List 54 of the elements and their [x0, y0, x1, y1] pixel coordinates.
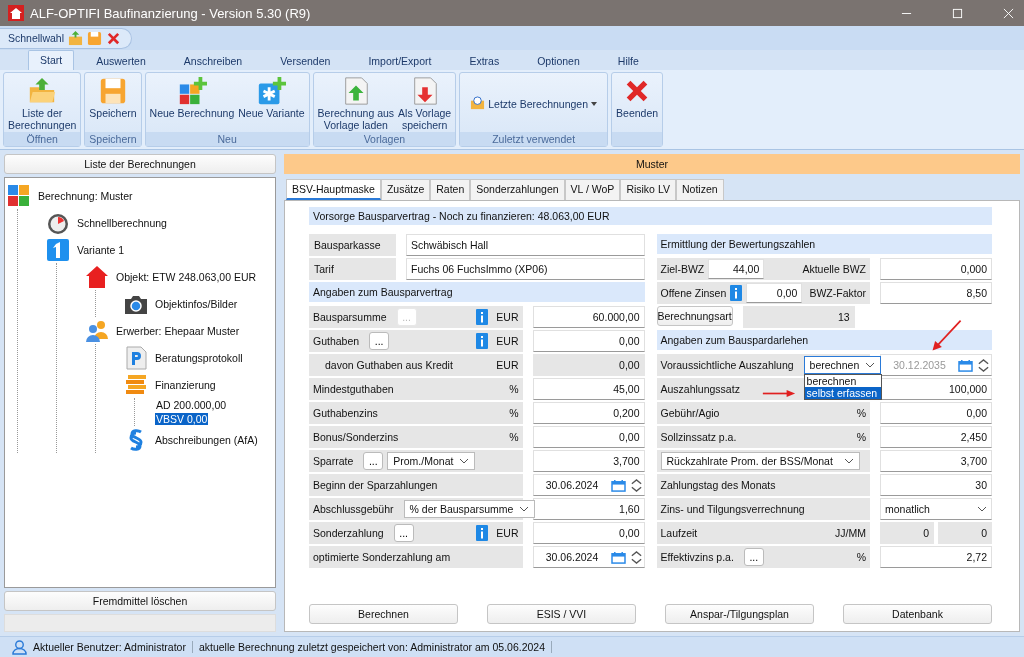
- group-label: Vorlagen: [363, 133, 406, 145]
- group-label: Öffnen: [26, 133, 58, 145]
- field-label: Guthabenzins: [313, 407, 378, 419]
- window-title: ALF-OPTIFI Baufinanzierung - Version 5.30 (R9): [30, 5, 311, 21]
- section-header: Ermittlung der Bewertungszahlen: [656, 234, 992, 254]
- unit-label: EUR: [496, 311, 519, 323]
- group-label: Zuletzt verwendet: [492, 133, 576, 145]
- unit-label: %: [509, 383, 519, 395]
- field-label: Laufzeit: [660, 527, 698, 539]
- readonly-field: 0: [938, 522, 992, 544]
- field-label: optimierte Sonderzahlung am: [313, 551, 451, 563]
- field-label: Mindestguthaben: [313, 383, 394, 395]
- field-label: Aktuelle BWZ: [801, 263, 866, 275]
- field-label: Sparrate: [313, 455, 354, 467]
- field-label: Ziel-BWZ: [660, 263, 705, 275]
- field-label: Bonus/Sonderzins: [313, 431, 399, 443]
- field-label: Sollzinssatz p.a.: [660, 431, 737, 443]
- field-label: BWZ-Faktor: [808, 287, 866, 299]
- field-label: davon Guthaben aus Kredit: [324, 359, 453, 371]
- unit-label: %: [856, 431, 866, 443]
- unit-label: JJ/MM: [835, 527, 866, 539]
- field-label: Sonderzahlung: [313, 527, 384, 539]
- field-label: Tarif: [309, 258, 396, 280]
- readonly-field: 13: [742, 306, 855, 328]
- status-text: aktuelle Berechnung zuletzt gespeichert von: Administrator am 05.06.2024: [198, 641, 546, 653]
- unit-label: %: [509, 431, 519, 443]
- field-label: Voraussichtliche Auszahlung: [660, 359, 794, 371]
- field-label: Beginn der Sparzahlungen: [313, 479, 438, 491]
- status-text: Aktueller Benutzer: Administrator: [33, 641, 186, 653]
- field-label: Bausparkasse: [309, 234, 396, 256]
- field-label: Offene Zinsen: [660, 287, 727, 299]
- field-label: Zahlungstag des Monats: [660, 479, 776, 491]
- unit-label: %: [856, 551, 866, 563]
- quick-access-label: Schnellwahl: [8, 32, 65, 44]
- summary-header: Vorsorge Bausparvertrag - Noch zu finanzieren: 48.063,00 EUR: [309, 207, 992, 225]
- field-label: Auszahlungssatz: [660, 383, 740, 395]
- field-label: Zins- und Tilgungsverrechnung: [660, 503, 805, 515]
- field-label: Effektivzins p.a.: [660, 551, 734, 563]
- readonly-field: 0: [880, 522, 934, 544]
- section-header: Angaben zum Bauspardarlehen: [656, 330, 992, 350]
- group-label: Neu: [217, 133, 237, 145]
- unit-label: EUR: [496, 359, 519, 371]
- readonly-field: 0,00: [532, 354, 645, 376]
- field-label: Abschlussgebühr: [313, 503, 394, 515]
- unit-label: EUR: [496, 527, 519, 539]
- unit-label: EUR: [496, 335, 519, 347]
- unit-label: %: [509, 407, 519, 419]
- field-label: Guthaben: [313, 335, 360, 347]
- field-label: Bausparsumme: [313, 311, 387, 323]
- panel-title: Muster: [284, 154, 1020, 174]
- group-label: Speichern: [89, 133, 137, 145]
- section-header: Angaben zum Bausparvertrag: [309, 282, 645, 302]
- field-label: Gebühr/Agio: [660, 407, 720, 419]
- unit-label: %: [856, 407, 866, 419]
